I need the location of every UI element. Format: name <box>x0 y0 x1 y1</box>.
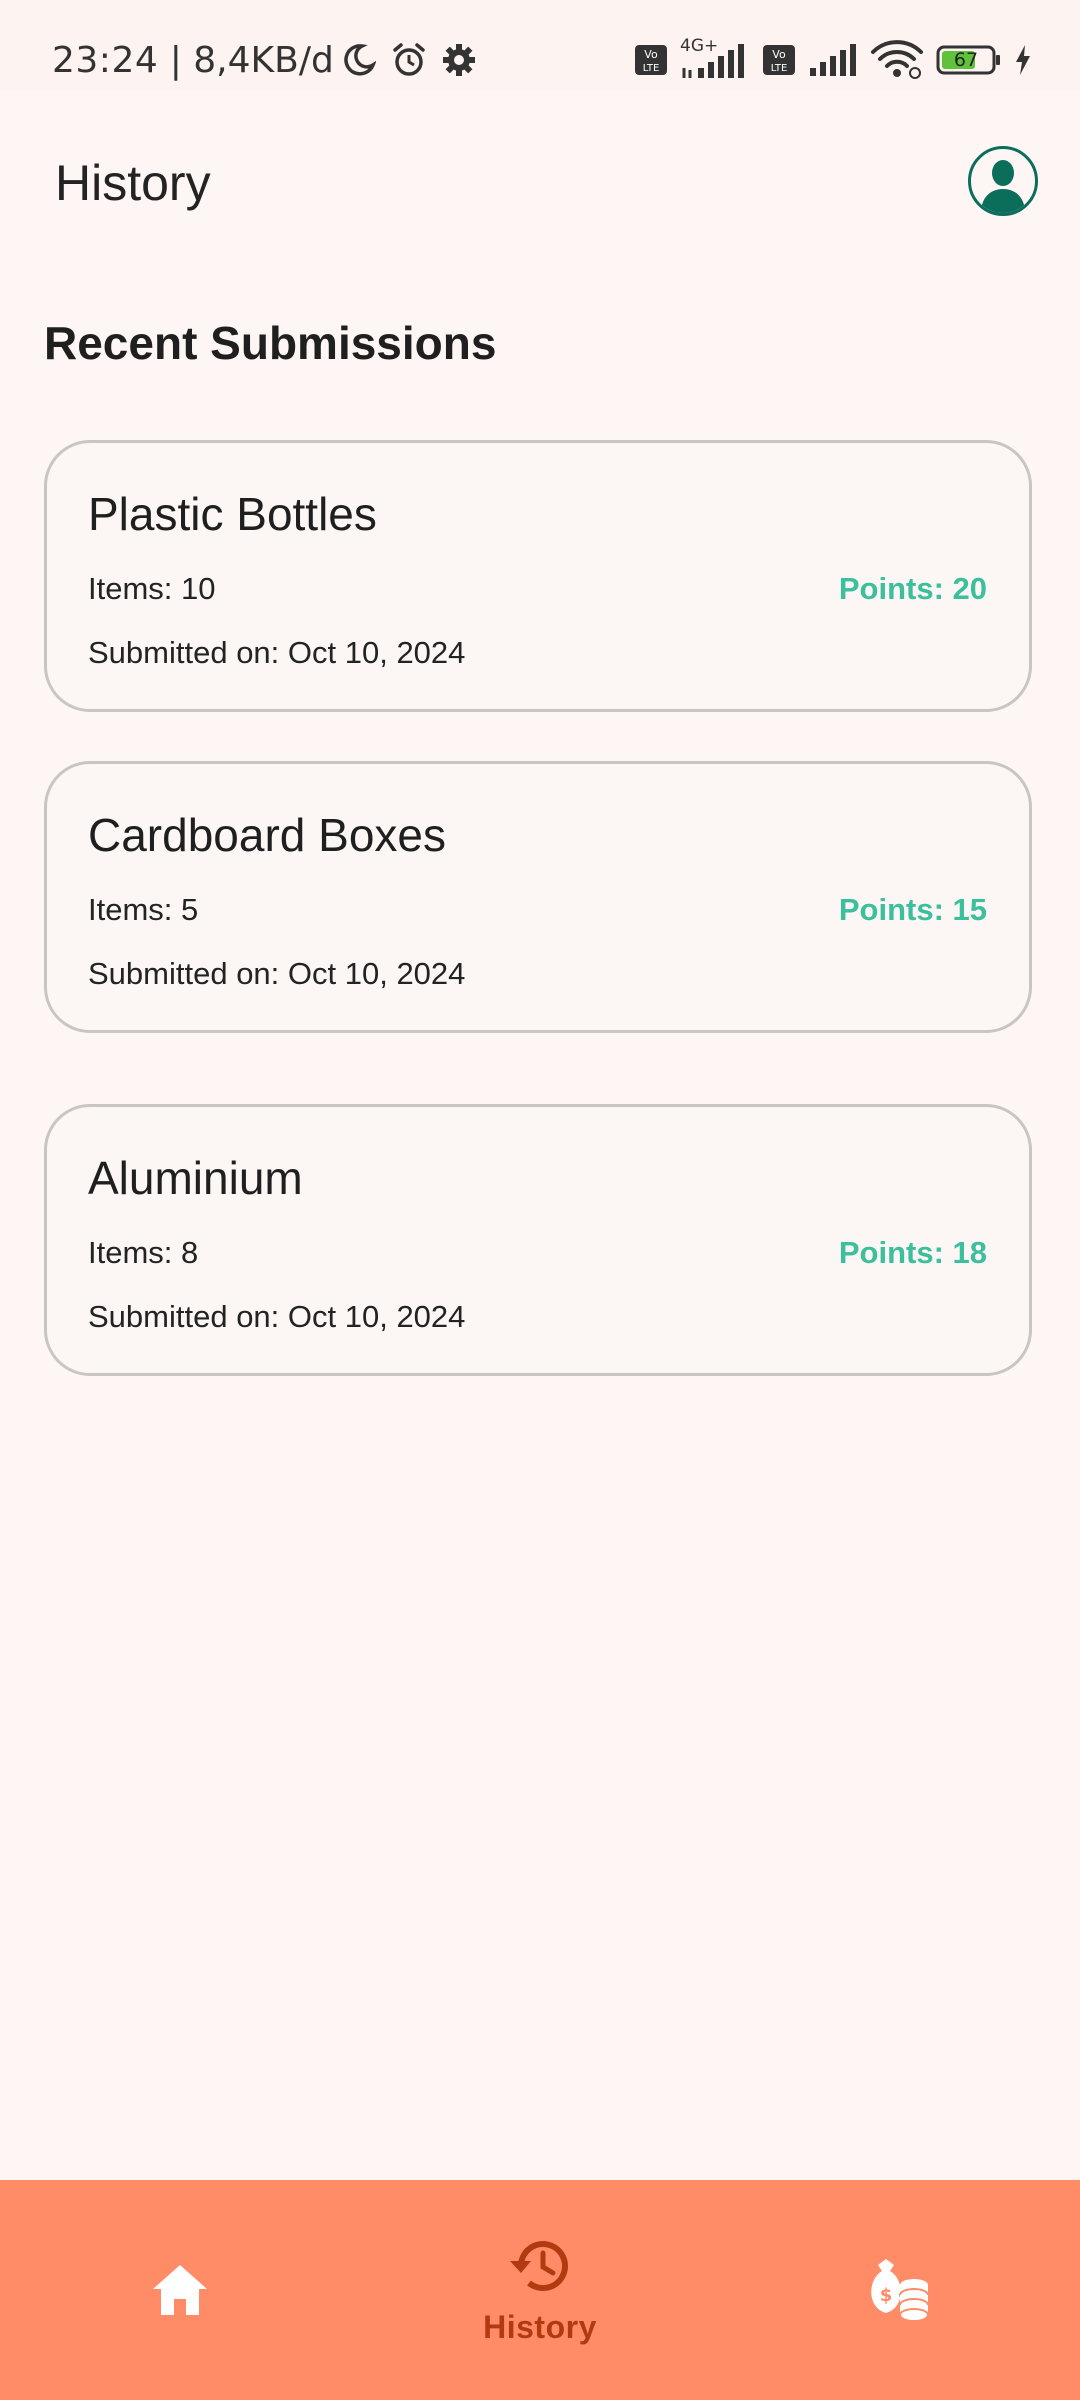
status-time: 23:24 <box>52 39 159 81</box>
svg-text:LTE: LTE <box>771 63 788 74</box>
bottom-navigation: History $ <box>0 2180 1080 2400</box>
signal-icon <box>682 44 744 78</box>
nav-item-home[interactable] <box>0 2180 360 2400</box>
submission-card[interactable]: Aluminium Items: 8 Points: 18 Submitted … <box>44 1104 1032 1376</box>
network-speed: 8,4KB/d <box>193 39 334 81</box>
submission-title: Cardboard Boxes <box>88 809 446 861</box>
history-icon <box>510 2240 568 2291</box>
svg-text:$: $ <box>880 2285 893 2306</box>
status-separator: | <box>158 39 194 81</box>
home-icon <box>153 2265 207 2315</box>
nav-label-history: History <box>483 2308 597 2345</box>
svg-text:Vo: Vo <box>644 48 658 61</box>
svg-text:LTE: LTE <box>643 63 660 74</box>
section-title: Recent Submissions <box>44 317 497 369</box>
charging-icon <box>1016 45 1030 75</box>
status-right: Vo LTE 4G+ Vo LTE 67 <box>634 36 1032 82</box>
submission-card[interactable]: Cardboard Boxes Items: 5 Points: 15 Subm… <box>44 761 1032 1033</box>
rewards-money-icon: $ <box>871 2259 929 2322</box>
wifi-icon <box>871 40 923 79</box>
submission-points: Points: 20 <box>838 571 987 606</box>
submission-date: Submitted on: Oct 10, 2024 <box>88 635 466 670</box>
submission-items: Items: 8 <box>88 1235 199 1270</box>
status-left: 23:24 | 8,4KB/d <box>52 0 476 120</box>
alarm-icon <box>393 43 425 76</box>
submission-date: Submitted on: Oct 10, 2024 <box>88 1299 466 1334</box>
status-icons-left <box>342 41 476 79</box>
volte-icon-2: Vo LTE <box>763 45 795 75</box>
app-header: History <box>0 122 1080 242</box>
submission-points: Points: 18 <box>838 1235 987 1270</box>
signal-4g-group: 4G+ <box>680 36 750 80</box>
battery-icon: 67 <box>936 44 1002 76</box>
submission-items: Items: 5 <box>88 892 199 927</box>
nav-item-rewards[interactable]: $ <box>720 2180 1080 2400</box>
submission-card[interactable]: Plastic Bottles Items: 10 Points: 20 Sub… <box>44 440 1032 712</box>
page-title: History <box>55 155 211 211</box>
submission-points: Points: 15 <box>838 892 987 927</box>
account-avatar-icon[interactable] <box>968 146 1038 216</box>
nav-item-history[interactable]: History <box>360 2180 720 2400</box>
status-bar: 23:24 | 8,4KB/d Vo LTE 4G+ Vo LTE 67 <box>0 0 1080 90</box>
person-silhouette-icon <box>981 160 1025 213</box>
signal-icon-2 <box>810 44 856 76</box>
submission-title: Aluminium <box>88 1152 303 1204</box>
moon-icon <box>344 44 376 76</box>
svg-text:Vo: Vo <box>772 48 786 61</box>
battery-level: 67 <box>953 49 979 71</box>
volte-icon: Vo LTE <box>635 45 667 75</box>
submission-date: Submitted on: Oct 10, 2024 <box>88 956 466 991</box>
settings-gear-icon <box>442 44 475 76</box>
submission-title: Plastic Bottles <box>88 488 377 540</box>
submission-items: Items: 10 <box>88 571 216 606</box>
